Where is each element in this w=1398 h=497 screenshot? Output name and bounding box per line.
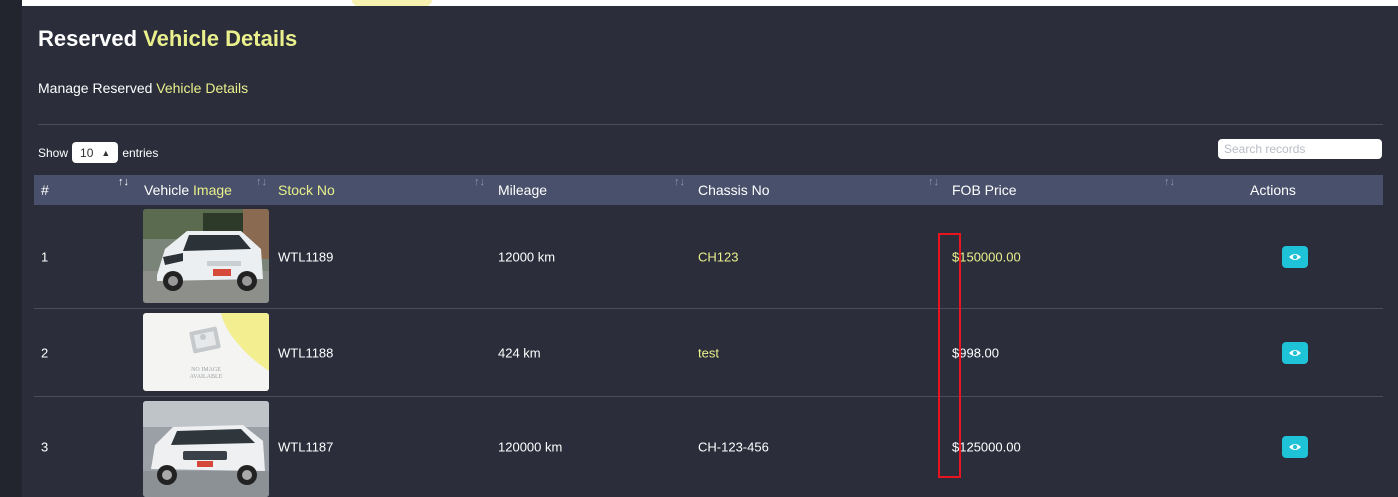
sort-arrows-icon[interactable]: ↑↓ xyxy=(256,175,267,197)
chassis-no-cell: test xyxy=(698,345,719,360)
highlight-annotation-box xyxy=(938,233,961,478)
mileage-cell: 12000 km xyxy=(498,249,556,264)
eye-icon xyxy=(1289,444,1301,450)
row-index: 1 xyxy=(41,249,49,264)
up-down-caret-icon: ▲︎ xyxy=(101,147,111,158)
reserved-vehicles-table: # ↑↓ Vehicle Image ↑↓ Stock No ↑↓ Mileag… xyxy=(34,175,1383,497)
stock-no-cell: WTL1187 xyxy=(278,439,334,455)
sort-arrows-icon[interactable]: ↑↓ xyxy=(674,175,685,197)
sort-arrows-icon[interactable]: ↑↓ xyxy=(928,175,939,197)
sort-arrows-icon[interactable]: ↑↓ xyxy=(118,175,129,197)
view-button[interactable] xyxy=(1282,341,1308,364)
entries-select[interactable]: 10 ▲︎ xyxy=(72,142,119,163)
chassis-no-cell: CH123 xyxy=(698,249,739,264)
col-header-chassis-no[interactable]: Chassis No xyxy=(698,175,770,205)
col-header-index[interactable]: # xyxy=(41,175,49,205)
sort-arrows-icon[interactable]: ↑↓ xyxy=(474,175,485,197)
row-index: 3 xyxy=(41,439,49,455)
no-image-placeholder: NO IMAGE AVAILABLE xyxy=(143,313,269,391)
mileage-cell: 120000 km xyxy=(498,439,563,455)
table-header: # ↑↓ Vehicle Image ↑↓ Stock No ↑↓ Mileag… xyxy=(34,175,1383,205)
reserved-vehicles-panel: Reserved Vehicle Details Manage Reserved… xyxy=(22,6,1398,497)
col-header-fob-price[interactable]: FOB Price xyxy=(952,175,1017,205)
mileage-cell: 424 km xyxy=(498,345,541,360)
entries-length-control: Show 10 ▲︎ entries xyxy=(38,142,158,163)
header-divider xyxy=(38,124,1383,125)
sidebar-edge xyxy=(0,0,22,497)
page-subtitle-part2: Vehicle Details xyxy=(156,80,249,96)
view-button[interactable] xyxy=(1282,245,1308,268)
search-input[interactable] xyxy=(1218,139,1382,159)
table-row: 1 WTL1189 12000 km CH123 $150000.00 xyxy=(34,205,1383,309)
col-header-stock-no[interactable]: Stock No xyxy=(278,175,335,205)
no-image-text-line2: AVAILABLE xyxy=(190,374,223,380)
chassis-no-cell: CH-123-456 xyxy=(698,439,769,455)
page-title-part1: Reserved xyxy=(38,26,138,51)
col-header-vehicle-image[interactable]: Vehicle Image xyxy=(144,175,232,205)
stock-no-cell: WTL1188 xyxy=(278,345,334,360)
show-label: Show xyxy=(38,145,69,160)
table-row: 2 NO IMAGE AVAILABLE WTL1188 424 km test xyxy=(34,309,1383,397)
no-image-text-line1: NO IMAGE xyxy=(191,367,221,373)
entries-label: entries xyxy=(122,145,159,160)
table-row: 3 WTL1187 120000 km CH-123-456 $125000.0… xyxy=(34,397,1383,497)
col-header-actions: Actions xyxy=(1250,182,1296,198)
view-button[interactable] xyxy=(1282,436,1308,458)
row-index: 2 xyxy=(41,345,49,360)
col-header-mileage[interactable]: Mileage xyxy=(498,175,547,205)
page-title: Reserved Vehicle Details xyxy=(38,26,297,52)
stock-no-cell: WTL1189 xyxy=(278,249,334,264)
vehicle-photo xyxy=(143,401,269,497)
page-subtitle-part1: Manage Reserved xyxy=(38,80,153,96)
vehicle-photo xyxy=(143,209,269,303)
eye-icon xyxy=(1289,253,1301,260)
sort-arrows-icon[interactable]: ↑↓ xyxy=(1164,175,1175,197)
entries-select-value: 10 xyxy=(80,145,94,160)
fob-price-cell: $150000.00 xyxy=(952,249,1021,264)
page-title-part2: Vehicle Details xyxy=(143,26,298,51)
eye-icon xyxy=(1289,349,1301,356)
page-subtitle: Manage Reserved Vehicle Details xyxy=(38,80,248,96)
fob-price-cell: $125000.00 xyxy=(952,439,1021,455)
